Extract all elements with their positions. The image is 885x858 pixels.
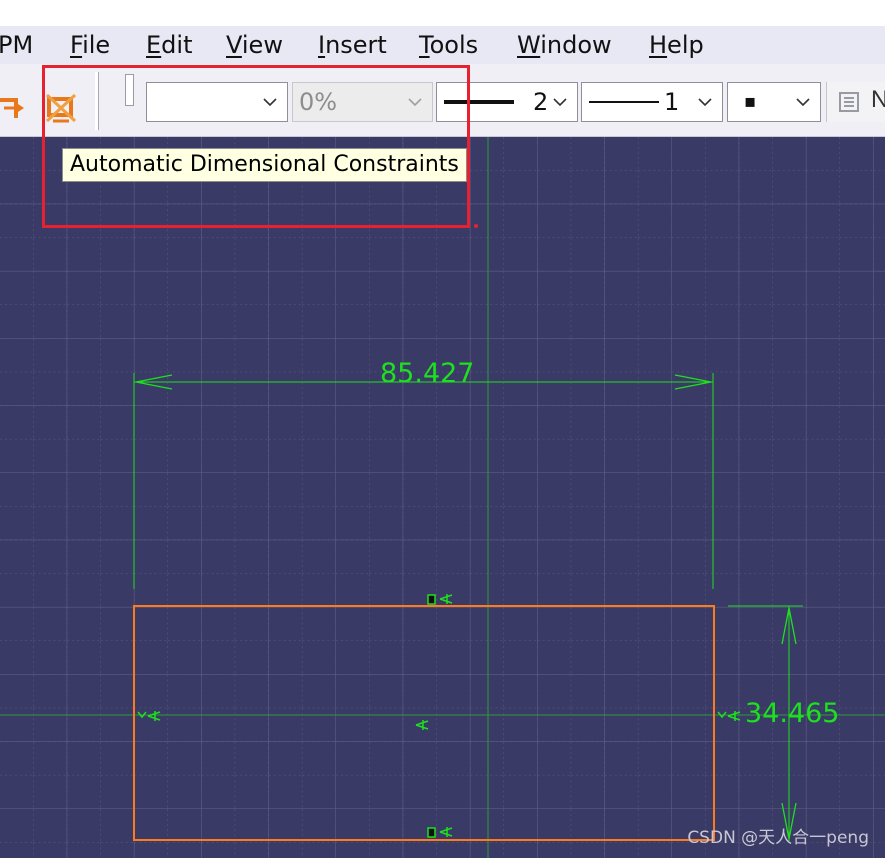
point-type-value: ▪ [744,91,757,112]
sketch-drawing [0,137,885,858]
properties-icon [839,92,859,112]
line-type-value: 1 [664,88,680,116]
watermark: CSDN @天人合一peng [687,828,869,848]
partial-button-text: N [871,86,885,113]
menu-tools[interactable]: Tools [419,30,478,60]
menu-view-rest: iew [241,31,283,59]
chevron-down-icon [796,98,810,107]
menu-help-rest: elp [667,31,704,59]
sketch-canvas[interactable]: 85.427 34.465 [0,137,885,858]
point-type-combo[interactable]: ▪ [727,82,821,122]
highlight-annotation-box [42,65,470,228]
menu-view[interactable]: View [226,30,283,60]
menu-help[interactable]: Help [649,30,704,60]
menu-edit[interactable]: Edit [146,30,192,60]
chevron-down-icon [553,98,567,107]
menu-file[interactable]: File [70,30,110,60]
chevron-down-icon [698,98,712,107]
line-type-combo[interactable]: 1 [581,82,723,122]
menu-bar: PM File Edit View Insert Tools Window He… [0,26,885,64]
menu-pm[interactable]: PM [0,30,33,60]
menu-file-rest: ile [82,31,111,59]
line-type-sample-icon [589,101,659,103]
horizontal-dimension-value[interactable]: 85.427 [380,359,474,389]
partial-toolbar-button[interactable]: N [826,82,885,122]
highlight-annotation-dot [474,224,478,228]
vertical-dimension-value[interactable]: 34.465 [745,699,839,729]
grid-major [0,137,885,858]
menu-insert[interactable]: Insert [318,30,387,60]
menu-insert-rest: nsert [325,31,387,59]
line-thickness-value: 2 [533,88,549,116]
menu-window-rest: indow [540,31,612,59]
menu-edit-rest: dit [161,31,193,59]
menu-window[interactable]: Window [517,30,612,60]
window-top-band [0,0,885,26]
menu-tools-rest: ools [429,31,479,59]
constraint-icon[interactable] [0,90,28,124]
